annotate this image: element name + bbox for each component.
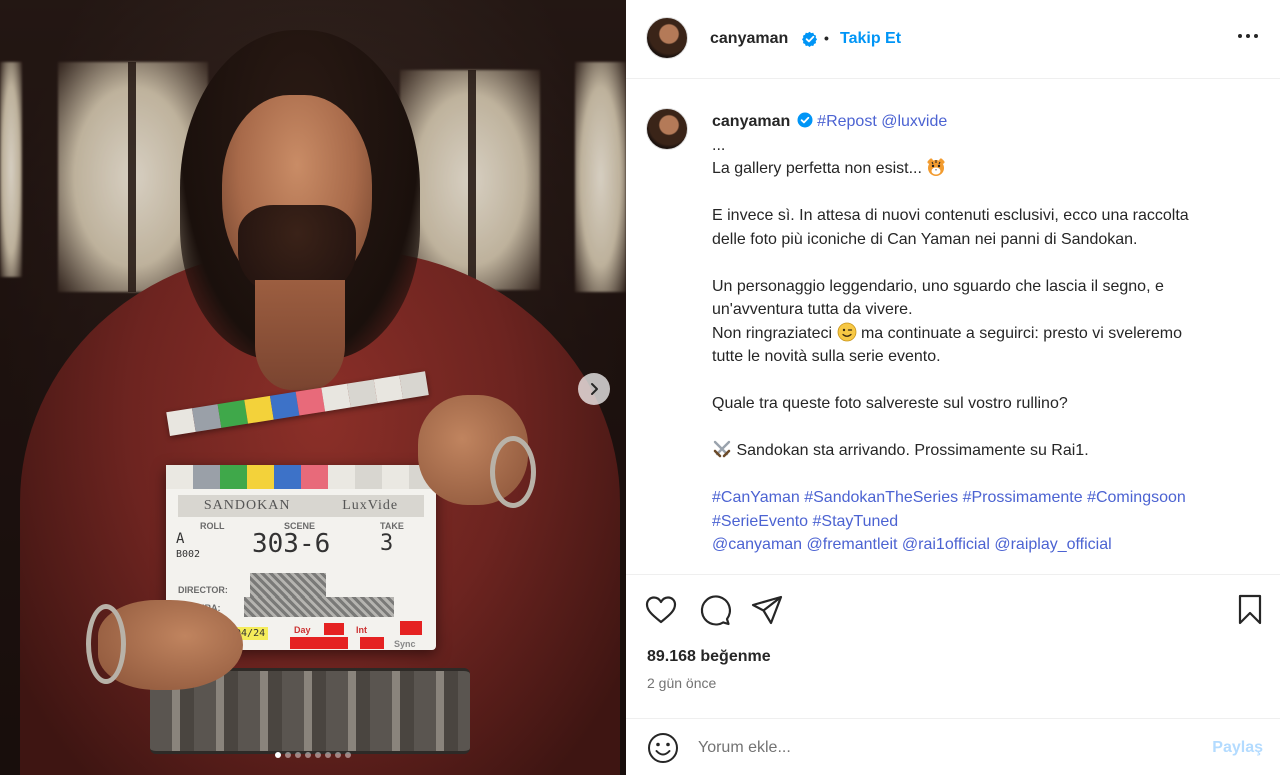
post-details-pane: canyaman • Takip Et canyaman #Repost @lu… [626, 0, 1280, 775]
hashtag-link[interactable]: #Comingsoon [1087, 489, 1186, 506]
caption-line: un'avventura tutta da vivere. [712, 301, 913, 318]
repost-mention[interactable]: @luxvide [881, 113, 947, 130]
slate-roll-value: A [176, 531, 185, 547]
background-window [0, 62, 22, 277]
post-media[interactable]: SANDOKAN LuxVide ROLL SCENE TAKE A B002 … [0, 0, 626, 775]
red-tape [290, 637, 348, 649]
bracelet [86, 604, 126, 684]
more-horizontal-icon [1238, 34, 1242, 38]
carousel-dot [315, 752, 321, 758]
heart-icon[interactable] [644, 593, 678, 627]
repost-hashtag[interactable]: #Repost [817, 113, 877, 130]
avatar[interactable] [646, 17, 688, 59]
caption-line: Quale tra queste foto salvereste sul vos… [712, 395, 1068, 412]
carousel-indicator [0, 752, 626, 758]
caption-line: La gallery perfetta non esist... [712, 160, 922, 177]
carousel-dot [305, 752, 311, 758]
slate-director-label: DIRECTOR: [178, 585, 228, 595]
slate-take-label: TAKE [380, 521, 404, 531]
mention-line: @canyaman @fremantleit @rai1official @ra… [712, 533, 1262, 557]
wink-emoji-icon [837, 322, 856, 341]
caption-line: Sandokan sta arrivando. Prossimamente su… [736, 442, 1089, 459]
red-tape [360, 637, 384, 649]
caption-line: E invece sì. In attesa di nuovi contenut… [712, 207, 1189, 224]
post-caption: canyaman #Repost @luxvide ... La gallery… [712, 110, 1262, 557]
action-bar [626, 574, 1280, 644]
hashtag-line: #SerieEvento #StayTuned [712, 510, 1262, 534]
slate-roll-label: ROLL [200, 521, 225, 531]
post-date[interactable]: 2 gün önce [647, 675, 716, 691]
slate-title: SANDOKAN LuxVide [178, 495, 424, 517]
caption-line: Un personaggio leggendario, uno sguardo … [712, 277, 1164, 295]
bookmark-icon[interactable] [1233, 593, 1267, 627]
mention-link[interactable]: @rai1official [902, 536, 990, 553]
slate-scene-value: 303-6 [252, 529, 331, 559]
red-tape [324, 623, 344, 635]
slate-take-value: 3 [380, 531, 394, 556]
carousel-dot [295, 752, 301, 758]
mention-link[interactable]: @fremantleit [807, 536, 898, 553]
verified-badge-icon [797, 112, 813, 128]
caption-line: ma continuate a seguirci: presto vi svel… [860, 324, 1183, 342]
mention-link[interactable]: @canyaman [712, 536, 802, 553]
slate-roll-value-2: B002 [176, 549, 201, 560]
tape-patch [250, 573, 326, 597]
mention-link[interactable]: @raiplay_official [994, 536, 1111, 553]
slate-title-right: LuxVide [342, 498, 399, 513]
follow-button[interactable]: Takip Et [840, 30, 901, 48]
hashtag-link[interactable]: #Prossimamente [963, 489, 1083, 506]
neck [255, 280, 345, 390]
caption-line: Non ringraziateci [712, 324, 833, 342]
caption-line: tutte le novità sulla serie evento. [712, 348, 941, 365]
share-icon[interactable] [750, 593, 784, 627]
red-tape [400, 621, 422, 635]
slate-int-label: Int [356, 625, 367, 635]
carousel-dot [325, 752, 331, 758]
carousel-dot [345, 752, 351, 758]
tiger-emoji-icon [927, 158, 946, 176]
verified-badge-icon [802, 31, 818, 47]
hashtag-link[interactable]: #SandokanTheSeries [804, 489, 958, 506]
caption-line: ... [712, 136, 726, 154]
emoji-picker-icon[interactable] [646, 731, 680, 765]
caption-line: delle foto più iconiche di Can Yaman nei… [712, 230, 1138, 248]
bracelet [490, 436, 536, 508]
hashtag-link[interactable]: #SerieEvento [712, 513, 808, 530]
crossed-swords-emoji-icon [713, 440, 731, 458]
post-header: canyaman • Takip Et [626, 0, 1280, 79]
slate-sync-label: Sync [394, 639, 416, 649]
hashtag-link[interactable]: #StayTuned [813, 513, 899, 530]
header-username[interactable]: canyaman [710, 30, 788, 48]
comment-input[interactable] [698, 733, 1178, 763]
carousel-next-button[interactable] [578, 373, 610, 405]
separator-dot: • [824, 30, 829, 46]
background-window [575, 62, 626, 292]
caption-username[interactable]: canyaman [712, 113, 790, 130]
more-options-button[interactable] [1238, 34, 1258, 38]
caption-avatar[interactable] [646, 108, 688, 150]
window-frame [128, 62, 136, 292]
window-frame [468, 70, 476, 290]
comment-bar: Paylaş [626, 718, 1280, 775]
carousel-dot [275, 752, 281, 758]
slate-day-label: Day [294, 625, 311, 635]
post-comment-button[interactable]: Paylaş [1212, 739, 1263, 757]
chevron-right-icon [591, 383, 598, 395]
carousel-dot [285, 752, 291, 758]
slate-title-left: SANDOKAN [203, 498, 291, 513]
clapper-stripes [166, 465, 436, 489]
comment-icon[interactable] [698, 593, 732, 627]
tape-patch [244, 597, 394, 617]
hashtag-link[interactable]: #CanYaman [712, 489, 800, 506]
hashtag-line: #CanYaman #SandokanTheSeries #Prossimame… [712, 486, 1262, 510]
like-count[interactable]: 89.168 beğenme [647, 648, 771, 666]
carousel-dot [335, 752, 341, 758]
